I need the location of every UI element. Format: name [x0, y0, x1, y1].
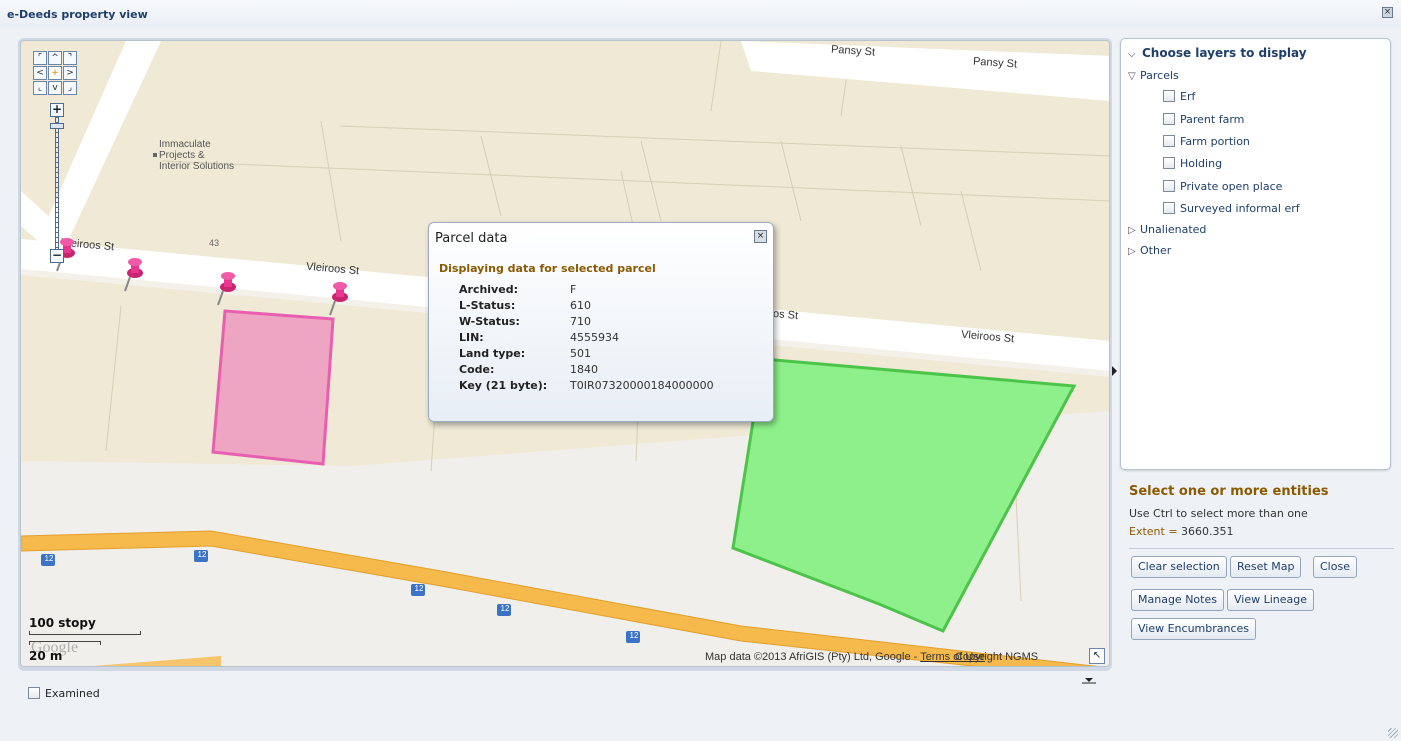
pan-center-icon[interactable]: + — [48, 66, 62, 80]
pan-up-right-icon[interactable]: ⌝ — [63, 51, 77, 65]
checkbox[interactable] — [1163, 113, 1175, 125]
examined-checkbox[interactable]: Examined — [28, 687, 100, 700]
parcel-data-popup: Parcel data × Displaying data for select… — [428, 222, 774, 422]
layer-checkbox-parent-farm[interactable]: Parent farm — [1163, 113, 1244, 126]
route-badge-12: 12 — [414, 584, 424, 593]
route-badge-12: 12 — [197, 550, 207, 559]
pan-right-icon[interactable]: > — [63, 66, 77, 80]
tree-node-other[interactable]: ▷ Other — [1128, 244, 1171, 257]
tree-node-unalienated[interactable]: ▷ Unalienated — [1128, 223, 1206, 236]
street-label-vleiroos-partial: os St — [772, 307, 799, 323]
view-lineage-button[interactable]: View Lineage — [1227, 589, 1315, 611]
street-number: 43 — [209, 238, 220, 248]
layer-checkbox-erf[interactable]: Erf — [1163, 90, 1195, 103]
zoom-out-icon[interactable]: − — [50, 249, 64, 263]
attribute-row: W-Status: 710 — [459, 315, 591, 328]
pan-left-icon[interactable]: < — [33, 66, 47, 80]
selection-hint: Use Ctrl to select more than one — [1129, 507, 1308, 520]
attribute-row: Land type: 501 — [459, 347, 591, 360]
checkbox[interactable] — [28, 687, 40, 699]
manage-notes-button[interactable]: Manage Notes — [1131, 589, 1224, 611]
divider — [1129, 548, 1394, 549]
collapse-chevron-icon[interactable]: ⌵ — [1128, 49, 1139, 60]
attribute-row: Key (21 byte): T0IR07320000184000000 — [459, 379, 714, 392]
pan-control: ⌜ ^ ⌝ < + > ⌞ v ⌟ — [33, 51, 81, 99]
attribute-row: Code: 1840 — [459, 363, 598, 376]
parcel-attributes: Archived: F L-Status: 610 W-Status: 710 LIN… — [459, 283, 714, 395]
resize-grip-icon[interactable] — [1388, 728, 1398, 738]
collapsed-triangle-icon[interactable]: ▷ — [1128, 225, 1140, 236]
pushpin-icon[interactable] — [214, 271, 240, 307]
checkbox[interactable] — [1163, 90, 1175, 102]
close-button[interactable]: Close — [1313, 556, 1357, 578]
pan-down-icon[interactable]: v — [48, 81, 62, 95]
title-bar: e-Deeds property view × — [0, 0, 1401, 28]
pan-down-right-icon[interactable]: ⌟ — [63, 81, 77, 95]
zoom-in-icon[interactable]: + — [50, 103, 64, 117]
layer-checkbox-farm-portion[interactable]: Farm portion — [1163, 135, 1250, 148]
scale-bar — [29, 631, 141, 635]
pan-up-icon[interactable]: ^ — [48, 51, 62, 65]
expanded-triangle-icon[interactable]: ▽ — [1128, 71, 1140, 82]
zoom-slider-track[interactable] — [55, 117, 59, 249]
view-encumbrances-button[interactable]: View Encumbrances — [1131, 618, 1257, 640]
window-title: e-Deeds property view — [7, 8, 148, 21]
checkbox[interactable] — [1163, 202, 1175, 214]
route-badge-12: 12 — [629, 631, 639, 640]
layer-checkbox-holding[interactable]: Holding — [1163, 157, 1222, 170]
route-badge-12: 12 — [44, 554, 54, 563]
extent-readout: Extent = 3660.351 — [1129, 525, 1234, 538]
scale-label-metric: 20 m — [29, 649, 63, 663]
collapsed-triangle-icon[interactable]: ▷ — [1128, 246, 1140, 257]
selection-title: Select one or more entities — [1129, 484, 1329, 499]
checkbox[interactable] — [1163, 157, 1175, 169]
tree-node-parcels[interactable]: ▽ Parcels — [1128, 69, 1179, 82]
pan-up-left-icon[interactable]: ⌜ — [33, 51, 47, 65]
popup-title: Parcel data — [435, 231, 508, 246]
pan-down-left-icon[interactable]: ⌞ — [33, 81, 47, 95]
clear-selection-button[interactable]: Clear selection — [1131, 556, 1227, 578]
zoom-control: + − — [50, 103, 64, 263]
scale-label-imperial: 100 stopy — [29, 616, 96, 630]
checkbox[interactable] — [1163, 135, 1175, 147]
layer-checkbox-private-open-place[interactable]: Private open place — [1163, 180, 1282, 193]
attribute-row: LIN: 4555934 — [459, 331, 619, 344]
pushpin-icon[interactable] — [121, 257, 147, 293]
layers-panel: ⌵ Choose layers to display ▽ Parcels Erf P… — [1120, 38, 1391, 470]
expand-arrow-icon[interactable]: ↖ — [1089, 648, 1105, 664]
map-attribution: Map data ©2013 AfriGIS (Pty) Ltd, Google… — [705, 651, 1039, 663]
pushpin-icon[interactable] — [326, 281, 352, 317]
route-badge-12: 12 — [500, 604, 510, 613]
window-close-icon[interactable]: × — [1382, 7, 1393, 18]
attribute-row: Archived: F — [459, 283, 577, 296]
layers-heading[interactable]: ⌵ Choose layers to display — [1128, 46, 1307, 60]
checkbox[interactable] — [1163, 180, 1175, 192]
layer-checkbox-surveyed-informal-erf[interactable]: Surveyed informal erf — [1163, 202, 1300, 215]
attribute-row: L-Status: 610 — [459, 299, 591, 312]
poi-label: Immaculate Projects & Interior Solutions — [159, 139, 235, 172]
zoom-slider-thumb[interactable] — [50, 123, 64, 129]
reset-map-button[interactable]: Reset Map — [1230, 556, 1302, 578]
popup-close-icon[interactable]: × — [754, 230, 767, 243]
poi-marker-icon — [153, 153, 157, 157]
popup-subtitle: Displaying data for selected parcel — [439, 262, 656, 275]
collapse-panel-icon[interactable] — [1112, 366, 1117, 376]
collapse-bottom-icon[interactable] — [1078, 676, 1100, 684]
